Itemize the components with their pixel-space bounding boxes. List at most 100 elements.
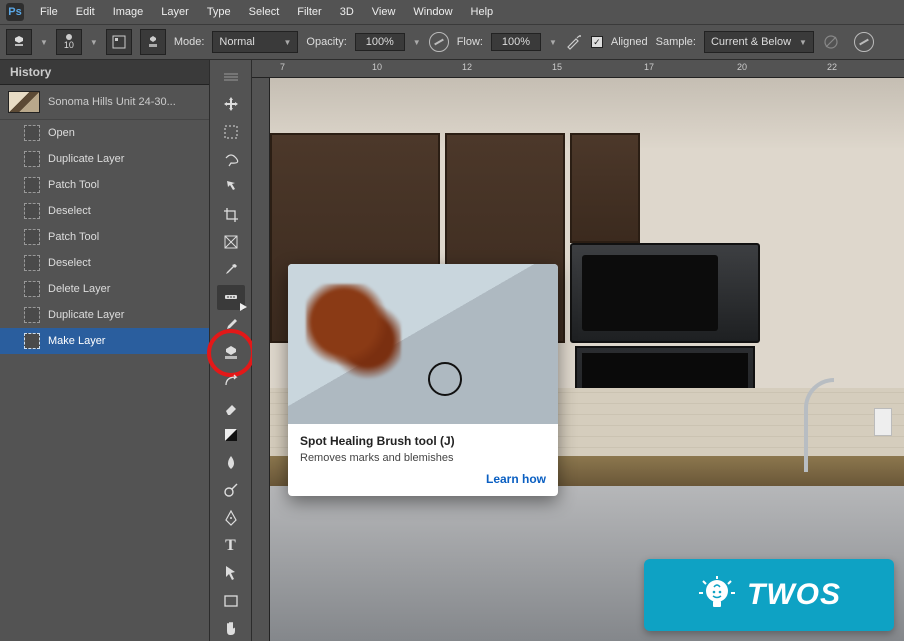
document-image[interactable]: Spot Healing Brush tool (J) Removes mark… — [270, 78, 904, 641]
clone-tool-preset-icon[interactable] — [6, 29, 32, 55]
ruler-mark: 12 — [462, 62, 472, 72]
history-item-duplicate-layer[interactable]: Duplicate Layer — [0, 302, 209, 328]
toolbox-grip-icon[interactable] — [217, 64, 245, 90]
tool-tooltip: Spot Healing Brush tool (J) Removes mark… — [288, 264, 558, 496]
path-select-tool-icon[interactable] — [217, 560, 245, 586]
menu-filter[interactable]: Filter — [289, 2, 329, 22]
chevron-down-icon[interactable]: ▼ — [40, 38, 48, 47]
state-icon — [24, 125, 40, 141]
horizontal-ruler[interactable]: 7 10 12 15 17 20 22 — [252, 60, 904, 78]
snapshot-label: Sonoma Hills Unit 24-30... — [48, 96, 176, 108]
menu-help[interactable]: Help — [463, 2, 502, 22]
frame-tool-icon[interactable] — [217, 229, 245, 255]
tooltip-preview-image — [288, 264, 558, 424]
history-panel: History Sonoma Hills Unit 24-30... Open … — [0, 60, 210, 641]
chevron-down-icon[interactable]: ▼ — [413, 38, 421, 47]
microwave-in-photo — [570, 243, 760, 343]
history-snapshot-row[interactable]: Sonoma Hills Unit 24-30... — [0, 85, 209, 120]
state-icon — [24, 229, 40, 245]
history-item-patch-tool[interactable]: Patch Tool — [0, 172, 209, 198]
chevron-down-icon: ▼ — [284, 38, 292, 47]
opacity-label: Opacity: — [306, 36, 346, 48]
tooltip-title: Spot Healing Brush tool (J) — [300, 434, 546, 448]
menu-type[interactable]: Type — [199, 2, 239, 22]
marquee-tool-icon[interactable] — [217, 119, 245, 145]
mode-label: Mode: — [174, 36, 205, 48]
brush-tool-icon[interactable] — [217, 312, 245, 338]
sample-dropdown[interactable]: Current & Below ▼ — [704, 31, 814, 53]
menu-file[interactable]: File — [32, 2, 66, 22]
ruler-mark: 17 — [644, 62, 654, 72]
opacity-input[interactable]: 100% — [355, 33, 405, 51]
type-tool-icon[interactable]: T — [217, 533, 245, 559]
history-item-label: Duplicate Layer — [48, 153, 124, 165]
clone-stamp-tool-icon[interactable] — [217, 340, 245, 366]
canvas-area: 7 10 12 15 17 20 22 — [252, 60, 904, 641]
history-item-deselect[interactable]: Deselect — [0, 250, 209, 276]
clone-source-panel-icon[interactable] — [140, 29, 166, 55]
history-item-label: Duplicate Layer — [48, 309, 124, 321]
history-item-deselect[interactable]: Deselect — [0, 198, 209, 224]
flow-input[interactable]: 100% — [491, 33, 541, 51]
watermark-text: TWOS — [747, 578, 841, 612]
lasso-tool-icon[interactable] — [217, 147, 245, 173]
ruler-mark: 15 — [552, 62, 562, 72]
tooltip-learn-link[interactable]: Learn how — [288, 472, 558, 496]
quick-select-tool-icon[interactable] — [217, 174, 245, 200]
brush-preview-icon[interactable]: 10 — [56, 29, 82, 55]
menu-edit[interactable]: Edit — [68, 2, 103, 22]
menu-window[interactable]: Window — [405, 2, 460, 22]
state-icon — [24, 151, 40, 167]
state-icon — [24, 281, 40, 297]
vertical-ruler[interactable] — [252, 78, 270, 641]
brush-cursor-icon — [428, 362, 462, 396]
ignore-adjustment-icon[interactable] — [822, 33, 840, 51]
history-brush-tool-icon[interactable] — [217, 367, 245, 393]
menu-image[interactable]: Image — [105, 2, 152, 22]
eyedropper-tool-icon[interactable] — [217, 257, 245, 283]
history-item-make-layer[interactable]: Make Layer — [0, 328, 209, 354]
gradient-tool-icon[interactable] — [217, 423, 245, 449]
faucet-in-photo — [804, 378, 834, 468]
blur-tool-icon[interactable] — [217, 450, 245, 476]
menu-view[interactable]: View — [364, 2, 404, 22]
hand-tool-icon[interactable] — [217, 616, 245, 641]
chevron-down-icon[interactable]: ▼ — [549, 38, 557, 47]
crop-tool-icon[interactable] — [217, 202, 245, 228]
sample-label: Sample: — [656, 36, 696, 48]
pressure-opacity-icon[interactable] — [429, 32, 449, 52]
pen-tool-icon[interactable] — [217, 505, 245, 531]
menu-select[interactable]: Select — [241, 2, 288, 22]
history-item-open[interactable]: Open — [0, 120, 209, 146]
airbrush-icon[interactable] — [565, 33, 583, 51]
history-panel-title: History — [0, 60, 209, 85]
history-item-delete-layer[interactable]: Delete Layer — [0, 276, 209, 302]
aligned-checkbox[interactable]: ✓ — [591, 36, 603, 48]
mode-dropdown[interactable]: Normal ▼ — [212, 31, 298, 53]
history-item-patch-tool[interactable]: Patch Tool — [0, 224, 209, 250]
eraser-tool-icon[interactable] — [217, 395, 245, 421]
mode-value: Normal — [219, 36, 254, 48]
snapshot-thumbnail-icon — [8, 91, 40, 113]
ruler-mark: 10 — [372, 62, 382, 72]
rectangle-tool-icon[interactable] — [217, 588, 245, 614]
pressure-size-icon[interactable] — [854, 32, 874, 52]
chevron-down-icon[interactable]: ▼ — [90, 38, 98, 47]
menu-layer[interactable]: Layer — [153, 2, 197, 22]
history-item-label: Deselect — [48, 257, 91, 269]
dodge-tool-icon[interactable] — [217, 478, 245, 504]
history-item-label: Open — [48, 127, 75, 139]
state-icon — [24, 177, 40, 193]
menu-bar: Ps File Edit Image Layer Type Select Fil… — [0, 0, 904, 24]
state-icon — [24, 203, 40, 219]
move-tool-icon[interactable] — [217, 92, 245, 118]
menu-3d[interactable]: 3D — [332, 2, 362, 22]
flow-label: Flow: — [457, 36, 483, 48]
options-bar: ▼ 10 ▼ Mode: Normal ▼ Opacity: 100% ▼ Fl… — [0, 24, 904, 60]
history-item-duplicate-layer[interactable]: Duplicate Layer — [0, 146, 209, 172]
brush-panel-icon[interactable] — [106, 29, 132, 55]
lightbulb-icon — [697, 575, 737, 615]
spot-healing-tool-icon[interactable] — [217, 285, 245, 311]
history-item-label: Delete Layer — [48, 283, 110, 295]
app-logo-icon: Ps — [6, 3, 24, 21]
